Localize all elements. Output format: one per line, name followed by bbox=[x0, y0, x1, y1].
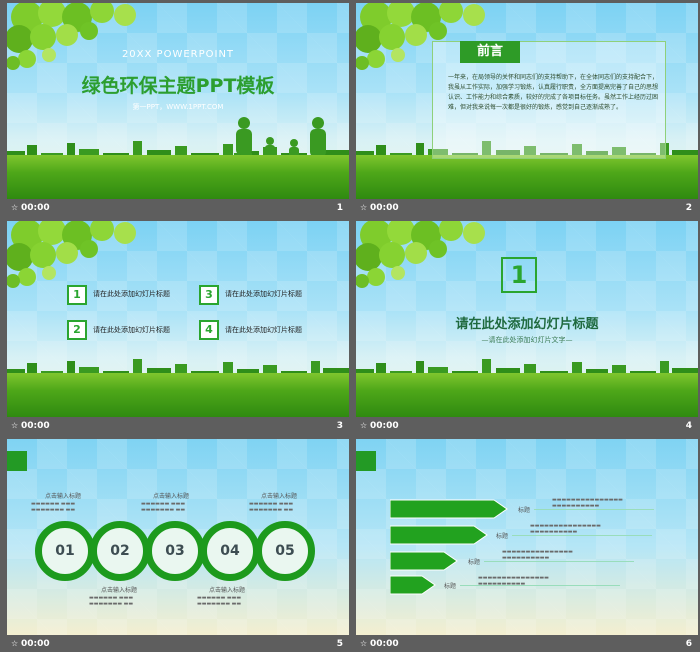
grass-ground bbox=[7, 155, 349, 199]
divider-line bbox=[534, 509, 654, 510]
slide-title: 请在此处添加幻灯片标题 bbox=[455, 317, 599, 332]
arrow-bar-1 bbox=[390, 499, 508, 519]
slide-caption: 第一PPT，WWW.1PPT.COM bbox=[132, 103, 224, 111]
arrow-placeholder-text: ▬▬▬▬▬▬▬▬▬▬▬▬▬▬▬ ▬▬▬▬▬▬▬▬▬▬ bbox=[530, 523, 601, 535]
slide-number: 2 bbox=[685, 203, 692, 213]
item-bottom-label: 点击输入标题 bbox=[101, 587, 138, 594]
slide-timing: 00:00 bbox=[370, 639, 399, 649]
arrow-placeholder-text: ▬▬▬▬▬▬▬▬▬▬▬▬▬▬▬ ▬▬▬▬▬▬▬▬▬▬ bbox=[502, 549, 573, 561]
arrow-placeholder-text: ▬▬▬▬▬▬▬▬▬▬▬▬▬▬▬ ▬▬▬▬▬▬▬▬▬▬ bbox=[478, 575, 549, 587]
corner-square-decoration bbox=[356, 451, 376, 471]
slide-meta-bar: ☆ 00:00 3 bbox=[7, 419, 349, 434]
tree-leaves-decoration bbox=[7, 221, 136, 288]
item-label: 请在此处添加幻灯片标题 bbox=[93, 290, 170, 298]
slide-timing: 00:00 bbox=[21, 421, 50, 431]
slide-thumbnail-3[interactable]: 1 请在此处添加幻灯片标题 3 请在此处添加幻灯片标题 2 请在此处添加幻灯片标… bbox=[7, 221, 349, 434]
slide-number: 1 bbox=[336, 203, 343, 213]
arrow-label: 标题 bbox=[518, 507, 531, 514]
transition-icon: ☆ bbox=[11, 203, 19, 212]
transition-icon: ☆ bbox=[360, 639, 368, 648]
item-number-box: 4 bbox=[199, 320, 219, 340]
item-top-label: 点击输入标题 bbox=[45, 493, 82, 500]
slide-meta-bar: ☆ 00:00 4 bbox=[356, 419, 698, 434]
section-heading: 前言 bbox=[460, 41, 520, 63]
step-circle-02: 02 bbox=[90, 521, 150, 581]
slide-thumbnail-6[interactable]: 标题 ▬▬▬▬▬▬▬▬▬▬▬▬▬▬▬ ▬▬▬▬▬▬▬▬▬▬ 标题 ▬▬▬▬▬▬▬▬… bbox=[356, 439, 698, 652]
item-top-label: 点击输入标题 bbox=[261, 493, 298, 500]
item-placeholder-text: ▬▬▬▬▬▬ ▬▬▬ ▬▬▬▬▬▬▬ ▬▬ bbox=[249, 501, 294, 513]
slide-subtitle: —请在此处添加幻灯片文字— bbox=[481, 336, 573, 344]
arrow-bar-4 bbox=[390, 575, 436, 595]
transition-icon: ☆ bbox=[11, 639, 19, 648]
slide-meta-bar: ☆ 00:00 2 bbox=[356, 201, 698, 216]
slide-canvas: 前言 一年来，在局领导的关怀和同志们的支持帮助下，在全体同志们的支持配合下，我虽… bbox=[356, 3, 698, 199]
grass-ground bbox=[356, 155, 698, 199]
divider-line bbox=[484, 561, 634, 562]
arrow-bar-2 bbox=[390, 525, 488, 545]
preface-body-text: 一年来，在局领导的关怀和同志们的支持帮助下，在全体同志们的支持配合下，我虽从工作… bbox=[448, 74, 659, 111]
step-circle-03: 03 bbox=[145, 521, 205, 581]
slide-number: 6 bbox=[685, 639, 692, 649]
slide-meta-bar: ☆ 00:00 6 bbox=[356, 637, 698, 652]
slide-thumbnail-5[interactable]: 点击输入标题 ▬▬▬▬▬▬ ▬▬▬ ▬▬▬▬▬▬▬ ▬▬ 点击输入标题 ▬▬▬▬▬… bbox=[7, 439, 349, 652]
step-circle-05: 05 bbox=[255, 521, 315, 581]
step-circle-04: 04 bbox=[200, 521, 260, 581]
item-label: 请在此处添加幻灯片标题 bbox=[225, 326, 302, 334]
item-placeholder-text: ▬▬▬▬▬▬ ▬▬▬ ▬▬▬▬▬▬▬ ▬▬ bbox=[89, 595, 134, 607]
slide-canvas: 标题 ▬▬▬▬▬▬▬▬▬▬▬▬▬▬▬ ▬▬▬▬▬▬▬▬▬▬ 标题 ▬▬▬▬▬▬▬▬… bbox=[356, 439, 698, 635]
slide-number: 3 bbox=[336, 421, 343, 431]
arrow-label: 标题 bbox=[444, 583, 457, 590]
grass-ground bbox=[7, 373, 349, 417]
slide-canvas: 点击输入标题 ▬▬▬▬▬▬ ▬▬▬ ▬▬▬▬▬▬▬ ▬▬ 点击输入标题 ▬▬▬▬▬… bbox=[7, 439, 349, 635]
slide-timing: 00:00 bbox=[370, 203, 399, 213]
arrow-label: 标题 bbox=[496, 533, 509, 540]
corner-square-decoration bbox=[7, 451, 27, 471]
arrow-bar-3 bbox=[390, 551, 458, 571]
item-placeholder-text: ▬▬▬▬▬▬ ▬▬▬ ▬▬▬▬▬▬▬ ▬▬ bbox=[31, 501, 76, 513]
slide-timing: 00:00 bbox=[370, 421, 399, 431]
slide-number: 5 bbox=[336, 639, 343, 649]
item-top-label: 点击输入标题 bbox=[153, 493, 190, 500]
slide-timing: 00:00 bbox=[21, 203, 50, 213]
step-circle-01: 01 bbox=[35, 521, 95, 581]
transition-icon: ☆ bbox=[11, 421, 19, 430]
item-bottom-label: 点击输入标题 bbox=[209, 587, 246, 594]
slide-thumbnail-1[interactable]: 20XX POWERPOINT 绿色环保主题PPT模板 第一PPT，WWW.1P… bbox=[7, 3, 349, 216]
slide-thumbnail-4[interactable]: 1 请在此处添加幻灯片标题 —请在此处添加幻灯片文字— ☆ 00:00 4 bbox=[356, 221, 698, 434]
item-placeholder-text: ▬▬▬▬▬▬ ▬▬▬ ▬▬▬▬▬▬▬ ▬▬ bbox=[197, 595, 242, 607]
slide-thumbnail-2[interactable]: 前言 一年来，在局领导的关怀和同志们的支持帮助下，在全体同志们的支持配合下，我虽… bbox=[356, 3, 698, 216]
grass-ground bbox=[356, 373, 698, 417]
item-number-box: 1 bbox=[67, 285, 87, 305]
slide-subtitle: 20XX POWERPOINT bbox=[121, 49, 235, 60]
slide-canvas: 20XX POWERPOINT 绿色环保主题PPT模板 第一PPT，WWW.1P… bbox=[7, 3, 349, 199]
slide-canvas: 1 请在此处添加幻灯片标题 —请在此处添加幻灯片文字— bbox=[356, 221, 698, 417]
item-label: 请在此处添加幻灯片标题 bbox=[93, 326, 170, 334]
slide-meta-bar: ☆ 00:00 5 bbox=[7, 637, 349, 652]
divider-line bbox=[512, 535, 652, 536]
item-number-box: 3 bbox=[199, 285, 219, 305]
transition-icon: ☆ bbox=[360, 203, 368, 212]
item-label: 请在此处添加幻灯片标题 bbox=[225, 290, 302, 298]
section-number-box: 1 bbox=[501, 257, 537, 293]
slide-timing: 00:00 bbox=[21, 639, 50, 649]
item-number-box: 2 bbox=[67, 320, 87, 340]
slide-meta-bar: ☆ 00:00 1 bbox=[7, 201, 349, 216]
slide-title: 绿色环保主题PPT模板 bbox=[81, 75, 275, 97]
transition-icon: ☆ bbox=[360, 421, 368, 430]
slide-number: 4 bbox=[685, 421, 692, 431]
arrow-label: 标题 bbox=[468, 559, 481, 566]
slide-canvas: 1 请在此处添加幻灯片标题 3 请在此处添加幻灯片标题 2 请在此处添加幻灯片标… bbox=[7, 221, 349, 417]
arrow-placeholder-text: ▬▬▬▬▬▬▬▬▬▬▬▬▬▬▬ ▬▬▬▬▬▬▬▬▬▬ bbox=[552, 497, 623, 509]
tree-leaves-decoration bbox=[7, 3, 136, 70]
item-placeholder-text: ▬▬▬▬▬▬ ▬▬▬ ▬▬▬▬▬▬▬ ▬▬ bbox=[141, 501, 186, 513]
tree-leaves-decoration bbox=[356, 221, 485, 288]
